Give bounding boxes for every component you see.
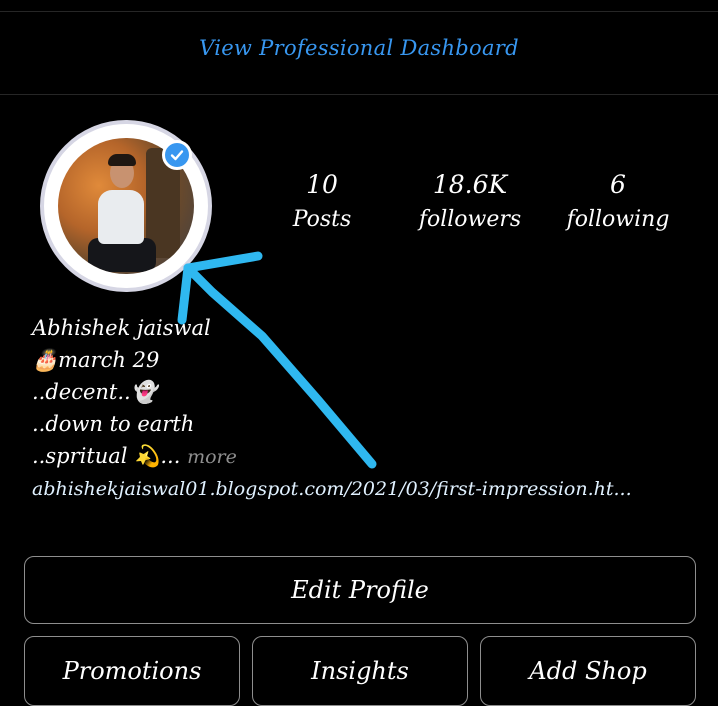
followers-count: 18.6K <box>432 170 508 199</box>
bio-line-spritual: ..spritual 💫... more <box>32 440 237 473</box>
posts-count: 10 <box>306 170 338 199</box>
insights-button[interactable]: Insights <box>252 636 468 706</box>
bio-line-birthday: 🎂march 29 <box>32 348 160 372</box>
profile-name: Abhishek jaiswal <box>32 316 211 340</box>
promotions-button[interactable]: Promotions <box>24 636 240 706</box>
avatar[interactable] <box>40 120 212 292</box>
verified-badge-icon <box>162 140 192 170</box>
profile-bio: Abhishek jaiswal 🎂march 29 ..decent..👻 .… <box>32 312 237 473</box>
bio-line-earth: ..down to earth <box>32 412 195 436</box>
bio-website-link[interactable]: abhishekjaiswal01.blogspot.com/2021/03/f… <box>32 478 692 500</box>
posts-label: Posts <box>292 207 352 232</box>
bio-line-decent: ..decent..👻 <box>32 380 157 404</box>
add-shop-button[interactable]: Add Shop <box>480 636 696 706</box>
bio-line-spritual-text: ..spritual 💫... <box>32 444 181 468</box>
stat-following[interactable]: 6 following <box>548 170 688 232</box>
edit-profile-button[interactable]: Edit Profile <box>24 556 696 624</box>
following-count: 6 <box>610 170 626 199</box>
stat-followers[interactable]: 18.6K followers <box>400 170 540 232</box>
bio-more-link[interactable]: more <box>187 446 237 468</box>
followers-label: followers <box>418 207 522 232</box>
following-label: following <box>566 207 670 232</box>
stat-posts[interactable]: 10 Posts <box>252 170 392 232</box>
view-professional-dashboard-link[interactable]: View Professional Dashboard <box>0 36 718 60</box>
header-divider <box>0 94 718 95</box>
top-divider <box>0 11 718 12</box>
